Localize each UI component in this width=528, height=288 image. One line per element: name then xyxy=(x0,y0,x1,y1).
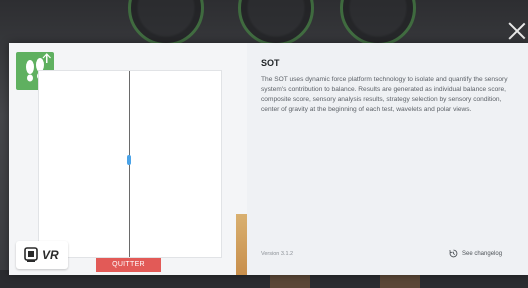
changelog-icon xyxy=(449,249,458,258)
test-screen-preview xyxy=(38,70,222,258)
side-thumbnail xyxy=(236,214,247,275)
vr-label: VR xyxy=(42,248,59,262)
app-preview-panel: VR QUITTER xyxy=(9,43,247,275)
app-info-panel: SOT The SOT uses dynamic force platform … xyxy=(261,43,521,275)
gauge-icon xyxy=(340,0,416,46)
gauge-icon xyxy=(128,0,204,46)
app-description: The SOT uses dynamic force platform tech… xyxy=(261,76,508,113)
close-icon[interactable] xyxy=(508,22,526,40)
app-details-modal: VR QUITTER SOT The SOT uses dynamic forc… xyxy=(9,43,528,275)
changelog-label: See changelog xyxy=(462,250,503,257)
gauge-icon xyxy=(238,0,314,46)
vr-headset-icon xyxy=(24,247,38,262)
see-changelog-link[interactable]: See changelog xyxy=(449,249,502,258)
position-marker xyxy=(127,155,131,165)
vr-badge: VR xyxy=(16,241,68,269)
version-label: Version 3.1.2 xyxy=(261,251,294,257)
app-title: SOT xyxy=(261,58,280,68)
quit-button[interactable]: QUITTER xyxy=(96,258,161,272)
